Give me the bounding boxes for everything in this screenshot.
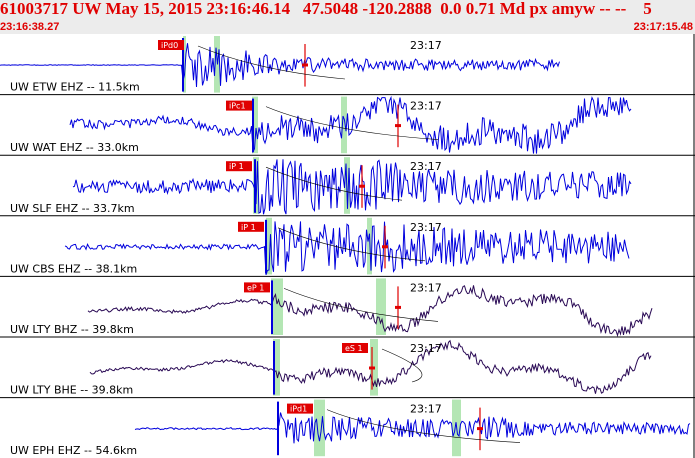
minute-marker-label: 23:17: [410, 100, 442, 113]
pick-label-text: iPd0: [161, 41, 178, 50]
window-end-time: 23:17:15.48: [633, 21, 693, 33]
station-label: UW SLF EHZ -- 33.7km: [10, 202, 135, 215]
waveform-trace[interactable]: [134, 412, 691, 444]
station-label: UW LTY BHE -- 39.8km: [10, 384, 133, 397]
pick-label-text: eP 1: [247, 283, 264, 292]
header-bar: 61003717 UW May 15, 2015 23:16:46.14 47.…: [0, 0, 695, 34]
pick-label-text: iPd1: [290, 405, 307, 414]
waveform-trace[interactable]: [72, 159, 632, 215]
station-label: UW ETW EHZ -- 11.5km: [10, 81, 140, 94]
waveform-trace[interactable]: [87, 285, 653, 338]
station-label: UW EPH EHZ -- 54.6km: [10, 444, 137, 457]
pick-label-text: iP 1: [241, 223, 256, 232]
pick-label-text: eS 1: [345, 344, 363, 353]
waveform-trace[interactable]: [69, 95, 632, 154]
station-label: UW CBS EHZ -- 38.1km: [10, 262, 137, 275]
event-title: 61003717 UW May 15, 2015 23:16:46.14 47.…: [0, 0, 652, 18]
minute-marker-label: 23:17: [410, 342, 442, 355]
minute-marker-label: 23:17: [410, 39, 442, 52]
station-label: UW LTY BHZ -- 39.8km: [10, 323, 134, 336]
minute-marker-label: 23:17: [410, 221, 442, 234]
s-window-band: [376, 278, 386, 335]
pick-label-text: iP 1: [229, 162, 244, 171]
minute-marker-label: 23:17: [410, 281, 442, 294]
minute-marker-label: 23:17: [410, 403, 442, 416]
seismogram-panel[interactable]: iPd0 23:17 UW ETW EHZ -- 11.5km iPc1 23:17 UW…: [0, 34, 695, 458]
station-label: UW WAT EHZ -- 33.0km: [10, 141, 139, 154]
pick-label-text: iPc1: [229, 102, 246, 111]
window-start-time: 23:16:38.27: [0, 21, 60, 33]
waveform-trace[interactable]: [64, 221, 630, 275]
minute-marker-label: 23:17: [410, 160, 442, 173]
